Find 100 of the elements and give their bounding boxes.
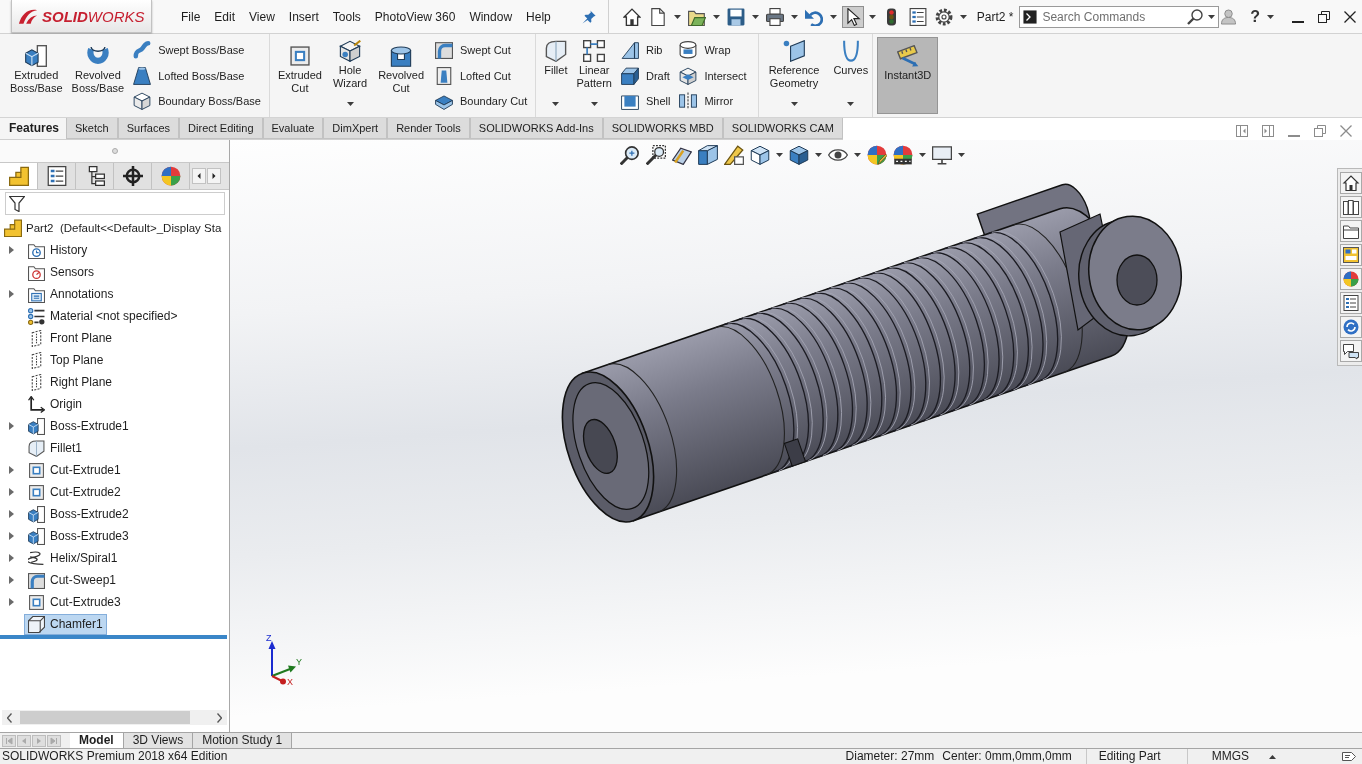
grip-icon[interactable]: [111, 148, 118, 154]
sync-icon[interactable]: [1340, 316, 1362, 338]
caret-icon[interactable]: [868, 14, 876, 19]
ribbon-button[interactable]: Linear Pattern: [574, 37, 614, 114]
zoom-area-icon[interactable]: [646, 145, 666, 165]
user-icon[interactable]: [1221, 8, 1237, 25]
horizontal-scrollbar[interactable]: [2, 710, 227, 725]
view-cube-icon[interactable]: [750, 145, 770, 165]
palette-icon[interactable]: [1340, 244, 1362, 266]
command-tab[interactable]: SOLIDWORKS CAM: [722, 118, 843, 139]
caret-icon[interactable]: [552, 102, 560, 106]
ribbon-button[interactable]: Rib: [618, 37, 673, 63]
tree-item[interactable]: Annotations: [24, 283, 118, 305]
caret-icon[interactable]: [751, 14, 759, 19]
properties-list-icon[interactable]: [1340, 292, 1362, 314]
caret-icon[interactable]: [854, 153, 861, 157]
caret-icon[interactable]: [673, 14, 681, 19]
caret-icon[interactable]: [590, 102, 598, 106]
list-button[interactable]: [906, 5, 929, 28]
tree-item[interactable]: Boss-Extrude1: [24, 415, 133, 437]
caret-icon[interactable]: [958, 153, 965, 157]
view-tab[interactable]: Model: [70, 733, 124, 748]
scrollbar-thumb[interactable]: [20, 711, 190, 724]
menu-item[interactable]: Tools: [325, 6, 368, 27]
ribbon-button[interactable]: Mirror: [677, 88, 749, 114]
expand-arrow-icon[interactable]: [9, 532, 14, 540]
expand-arrow-icon[interactable]: [9, 290, 14, 298]
scroll-right-icon[interactable]: [207, 168, 221, 184]
restore-icon[interactable]: [1318, 10, 1330, 23]
expand-arrow-icon[interactable]: [9, 576, 14, 584]
tree-item[interactable]: Chamfer1: [24, 613, 107, 635]
ribbon-button[interactable]: Draft: [618, 62, 673, 89]
tile-left-icon[interactable]: [1236, 125, 1248, 137]
ribbon-button[interactable]: Extruded Boss/Base: [8, 37, 65, 114]
tag-icon[interactable]: [1342, 750, 1356, 763]
ribbon-button[interactable]: Lofted Boss/Base: [131, 62, 263, 89]
command-tab[interactable]: Surfaces: [117, 118, 180, 139]
chat-icon[interactable]: [1340, 340, 1362, 362]
ribbon-button[interactable]: Wrap: [677, 37, 749, 63]
tree-item[interactable]: Top Plane: [24, 349, 108, 371]
tree-item[interactable]: History: [24, 239, 92, 261]
command-tab[interactable]: Sketch: [66, 118, 118, 139]
tree-item[interactable]: Boss-Extrude3: [24, 525, 133, 547]
caret-icon[interactable]: [346, 102, 354, 106]
expand-arrow-icon[interactable]: [9, 422, 14, 430]
menu-item[interactable]: Help: [519, 6, 558, 27]
command-tab[interactable]: Evaluate: [262, 118, 324, 139]
search-field[interactable]: Search Commands: [1019, 5, 1220, 28]
search-input[interactable]: Search Commands: [1042, 9, 1183, 24]
cut-box-icon[interactable]: [698, 145, 718, 165]
view-tab[interactable]: Motion Study 1: [193, 733, 293, 748]
color-ball-film-icon[interactable]: [893, 145, 913, 165]
tree-item[interactable]: Cut-Extrude3: [24, 591, 125, 613]
view-tab[interactable]: 3D Views: [123, 733, 194, 748]
caret-icon[interactable]: [776, 153, 783, 157]
command-tab[interactable]: SOLIDWORKS Add-Ins: [469, 118, 603, 139]
tree-item[interactable]: Cut-Sweep1: [24, 569, 121, 591]
logo-tab[interactable]: SOLIDWORKS: [11, 0, 152, 33]
menu-item[interactable]: Insert: [281, 6, 326, 27]
menu-item[interactable]: Window: [462, 6, 520, 27]
command-tab[interactable]: Render Tools: [387, 118, 470, 139]
part-name[interactable]: Part2 (Default<<Default>_Display Sta: [26, 222, 222, 234]
printer-button[interactable]: [763, 5, 786, 28]
tree-item[interactable]: Material <not specified>: [24, 305, 182, 327]
tree-item[interactable]: Front Plane: [24, 327, 117, 349]
scroll-right-icon[interactable]: [216, 712, 222, 723]
caret-icon[interactable]: [919, 153, 926, 157]
caret-icon[interactable]: [1208, 14, 1216, 19]
ribbon-button[interactable]: Extruded Cut: [275, 37, 324, 114]
ribbon-button[interactable]: Instant3D: [877, 37, 939, 114]
caret-icon[interactable]: [712, 14, 720, 19]
zoom-to-fit-icon[interactable]: [620, 145, 640, 165]
ribbon-button[interactable]: Swept Boss/Base: [131, 37, 263, 63]
caret-icon[interactable]: [790, 14, 798, 19]
tree-item[interactable]: Sensors: [24, 261, 99, 283]
ribbon-button[interactable]: Hole Wizard: [330, 37, 370, 114]
command-tab[interactable]: SOLIDWORKS MBD: [602, 118, 723, 139]
appearance-ball-icon[interactable]: [1340, 268, 1362, 290]
close-icon[interactable]: [1344, 10, 1356, 23]
tree-item[interactable]: Right Plane: [24, 371, 117, 393]
color-ball-pencil-icon[interactable]: [867, 145, 887, 165]
ribbon-button[interactable]: Curves: [831, 37, 871, 114]
tree-item[interactable]: Fillet1: [24, 437, 86, 459]
ribbon-button[interactable]: Revolved Boss/Base: [69, 37, 127, 114]
scroll-left-icon[interactable]: [7, 712, 13, 723]
ribbon-button[interactable]: Lofted Cut: [433, 62, 530, 89]
expand-arrow-icon[interactable]: [9, 246, 14, 254]
shaded-cube-icon[interactable]: [789, 145, 809, 165]
home-icon[interactable]: [1340, 172, 1362, 194]
search-icon[interactable]: [1187, 8, 1204, 25]
caret-icon[interactable]: [959, 14, 967, 19]
scroll-left-icon[interactable]: [192, 168, 206, 184]
caret-icon[interactable]: [790, 102, 798, 106]
menu-item[interactable]: View: [242, 6, 282, 27]
units-selector[interactable]: MMGS: [1187, 749, 1249, 764]
expand-arrow-icon[interactable]: [9, 510, 14, 518]
library-books-icon[interactable]: [1340, 196, 1362, 218]
ribbon-button[interactable]: Boundary Boss/Base: [131, 88, 263, 114]
menu-item[interactable]: File: [174, 6, 208, 27]
tree-item[interactable]: Origin: [24, 393, 86, 415]
